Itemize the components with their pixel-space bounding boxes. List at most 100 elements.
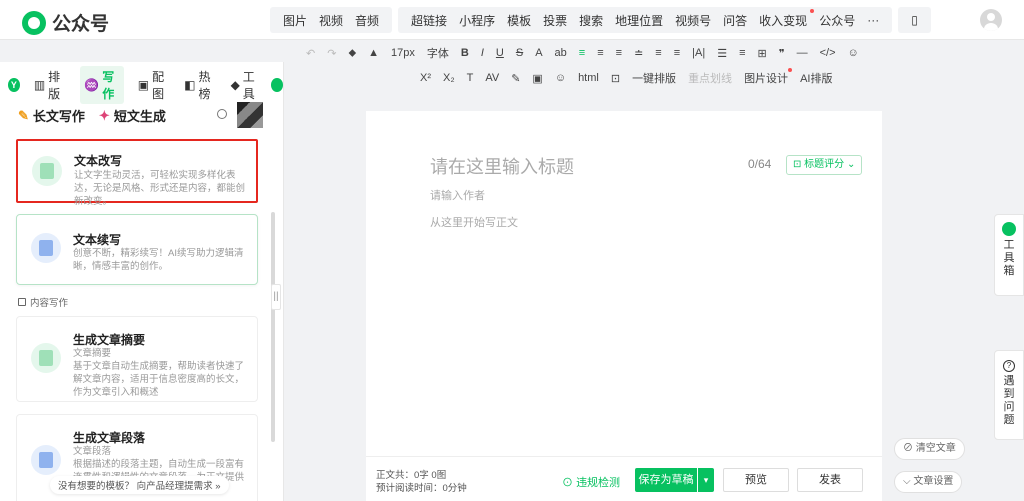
document-icon xyxy=(32,156,62,186)
menu-channels[interactable]: 视频号 xyxy=(669,12,717,29)
image-design-button[interactable]: 图片设计 xyxy=(744,68,793,86)
menu-vote[interactable]: 投票 xyxy=(537,12,573,29)
subscript-icon[interactable]: X₂ xyxy=(443,72,455,84)
list-icon[interactable]: ☰ xyxy=(717,47,727,60)
clear-format-icon[interactable]: ▲ xyxy=(368,47,379,59)
menu-audio[interactable]: 音频 xyxy=(349,12,385,29)
article-settings-label: 文章设置 xyxy=(913,476,954,487)
menu-more[interactable]: ··· xyxy=(861,13,885,27)
writing-tool-list: 文本改写 让文字生动灵活，可轻松实现多样化表达，无论是风格、形式还是内容，都能创… xyxy=(10,132,262,501)
undo-icon[interactable]: ↶ xyxy=(306,47,315,60)
tab-tools[interactable]: ◆ 工具 xyxy=(231,68,262,102)
format-brush-icon[interactable]: ⬥ xyxy=(348,47,356,60)
body-editor[interactable]: 从这里开始写正文 xyxy=(430,214,518,230)
preview-button[interactable]: 预览 xyxy=(723,468,789,492)
kerning-icon[interactable]: AV xyxy=(485,72,499,84)
align-left-icon[interactable]: ≡ xyxy=(579,47,585,59)
phone-preview-icon[interactable]: ▯ xyxy=(905,13,924,27)
image-insert-icon[interactable]: ▣ xyxy=(532,72,542,85)
indent-icon[interactable]: ≡ xyxy=(674,47,680,59)
italic-icon[interactable]: I xyxy=(481,47,484,59)
menu-miniprogram[interactable]: 小程序 xyxy=(453,12,501,29)
quote-icon[interactable]: ❞ xyxy=(779,47,785,60)
key-underline-button[interactable]: 重点划线 xyxy=(688,70,732,86)
font-family-select[interactable]: 字体 xyxy=(427,45,449,61)
history-icon[interactable] xyxy=(217,109,227,119)
media-menu-group: 图片 视频 音频 xyxy=(270,7,393,33)
menu-monetize[interactable]: 收入变现 xyxy=(753,8,815,29)
paragraph-spacing-icon[interactable]: ≡ xyxy=(655,47,661,59)
menu-hyperlink[interactable]: 超链接 xyxy=(405,12,453,29)
tab-trending[interactable]: ◧ 热榜 xyxy=(184,68,216,102)
menu-official-account[interactable]: 公众号 xyxy=(813,12,861,29)
author-input[interactable]: 请输入作者 xyxy=(430,187,485,203)
superscript-icon[interactable]: X² xyxy=(420,72,431,84)
highlight-icon[interactable]: ab xyxy=(555,47,567,59)
short-form-generate-tab[interactable]: ✦ 短文生成 xyxy=(99,106,166,125)
font-size-select[interactable]: 17px xyxy=(391,47,415,59)
long-form-writing-tab[interactable]: ✎ 长文写作 xyxy=(18,106,85,125)
menu-search[interactable]: 搜索 xyxy=(573,12,609,29)
compliance-check-button[interactable]: ⊙ 违规检测 xyxy=(562,474,620,490)
strikethrough-icon[interactable]: S xyxy=(516,47,523,59)
table-icon[interactable]: ⊞ xyxy=(757,47,766,60)
title-score-button[interactable]: ⊡ 标题评分 ⌄ xyxy=(786,155,863,175)
sidebar-toggle[interactable] xyxy=(271,78,284,92)
card-text-rewrite[interactable]: 文本改写 让文字生动灵活，可轻松实现多样化表达，无论是风格、形式还是内容，都能创… xyxy=(16,139,258,207)
card-text-continue[interactable]: 文本续写 创意不断，精彩续写！AI续写助力逻辑清晰，情感丰富的创作。 xyxy=(16,214,258,285)
menu-template[interactable]: 模板 xyxy=(501,12,537,29)
redo-icon[interactable]: ↷ xyxy=(327,47,336,60)
menu-location[interactable]: 地理位置 xyxy=(609,12,669,29)
tab-writing[interactable]: ♒ 写作 xyxy=(80,66,124,104)
underline-icon[interactable]: U xyxy=(496,47,504,59)
align-center-icon[interactable]: ≡ xyxy=(597,47,603,59)
tab-images[interactable]: ▣ 配图 xyxy=(138,68,170,102)
user-avatar[interactable] xyxy=(980,9,1002,31)
title-input[interactable]: 请在这里输入标题 xyxy=(430,153,574,179)
save-draft-button[interactable]: 保存为草稿 xyxy=(635,468,697,492)
menu-image[interactable]: 图片 xyxy=(277,12,313,29)
content-menu-group: 超链接 小程序 模板 投票 搜索 地理位置 视频号 问答 收入变现 公众号 ··… xyxy=(398,7,893,33)
toolbox-icon xyxy=(1002,222,1016,236)
text-style-icon[interactable]: T xyxy=(467,72,474,84)
bookmark-icon: ◧ xyxy=(184,78,196,92)
menu-video[interactable]: 视频 xyxy=(313,12,349,29)
line-height-icon[interactable]: ≐ xyxy=(634,47,643,60)
html-icon[interactable]: html xyxy=(578,72,599,84)
menu-qa[interactable]: 问答 xyxy=(717,12,753,29)
font-color-icon[interactable]: A xyxy=(535,47,542,59)
box-icon[interactable]: ⊡ xyxy=(611,72,620,85)
article-settings-button[interactable]: ⌵ 文章设置 xyxy=(894,471,963,493)
emoji-icon[interactable]: ☺ xyxy=(848,47,859,59)
card-title: 生成文章摘要 xyxy=(73,333,146,347)
toolbox-panel-button[interactable]: 工具箱 xyxy=(994,214,1024,296)
numbered-list-icon[interactable]: ≡ xyxy=(739,47,745,59)
app-logo[interactable]: 公众号 xyxy=(22,9,109,36)
format-toolbar-row2: X² X₂ T AV ✎ ▣ ☺ html ⊡ 一键排版 重点划线 图片设计 A… xyxy=(414,68,838,86)
section-content-writing: 内容写作 xyxy=(18,295,68,309)
code-icon[interactable]: </> xyxy=(820,47,836,59)
sidebar-scrollbar[interactable] xyxy=(271,212,275,442)
pen-icon[interactable]: ✎ xyxy=(511,72,520,85)
clear-article-button[interactable]: ⊘ 清空文章 xyxy=(894,438,965,460)
plugin-logo-icon[interactable]: Y xyxy=(8,78,20,92)
tab-layout[interactable]: ▥ 排版 xyxy=(34,68,66,102)
emoji-insert-icon[interactable]: ☺ xyxy=(555,72,566,84)
user-thumbnail xyxy=(237,102,263,128)
reading-time: 预计阅读时间：0分钟 xyxy=(376,483,467,494)
ai-layout-button[interactable]: AI排版 xyxy=(800,70,832,86)
divider-icon[interactable]: — xyxy=(797,47,808,59)
sidebar-collapse-handle[interactable]: || xyxy=(271,284,281,310)
one-click-layout-button[interactable]: 一键排版 xyxy=(632,70,676,86)
card-article-summary[interactable]: 生成文章摘要 文章摘要 基于文章自动生成摘要，帮助读者快速了解文章内容，适用于信… xyxy=(16,316,258,402)
template-request-link[interactable]: 没有想要的模板？ 向产品经理提需求 » xyxy=(50,476,229,494)
save-dropdown-button[interactable]: ▾ xyxy=(698,468,714,492)
card-description: 创意不断，精彩续写！AI续写助力逻辑清晰，情感丰富的创作。 xyxy=(73,248,244,272)
align-right-icon[interactable]: ≡ xyxy=(616,47,622,59)
publish-button[interactable]: 发表 xyxy=(797,468,863,492)
letter-spacing-icon[interactable]: |A| xyxy=(692,47,705,59)
bold-icon[interactable]: B xyxy=(461,47,469,59)
help-panel-button[interactable]: ? 遇到问题 xyxy=(994,350,1024,440)
tab-tools-label: 工具 xyxy=(242,70,255,101)
article-stats: 正文共：0字 0图 预计阅读时间：0分钟 xyxy=(376,469,467,495)
